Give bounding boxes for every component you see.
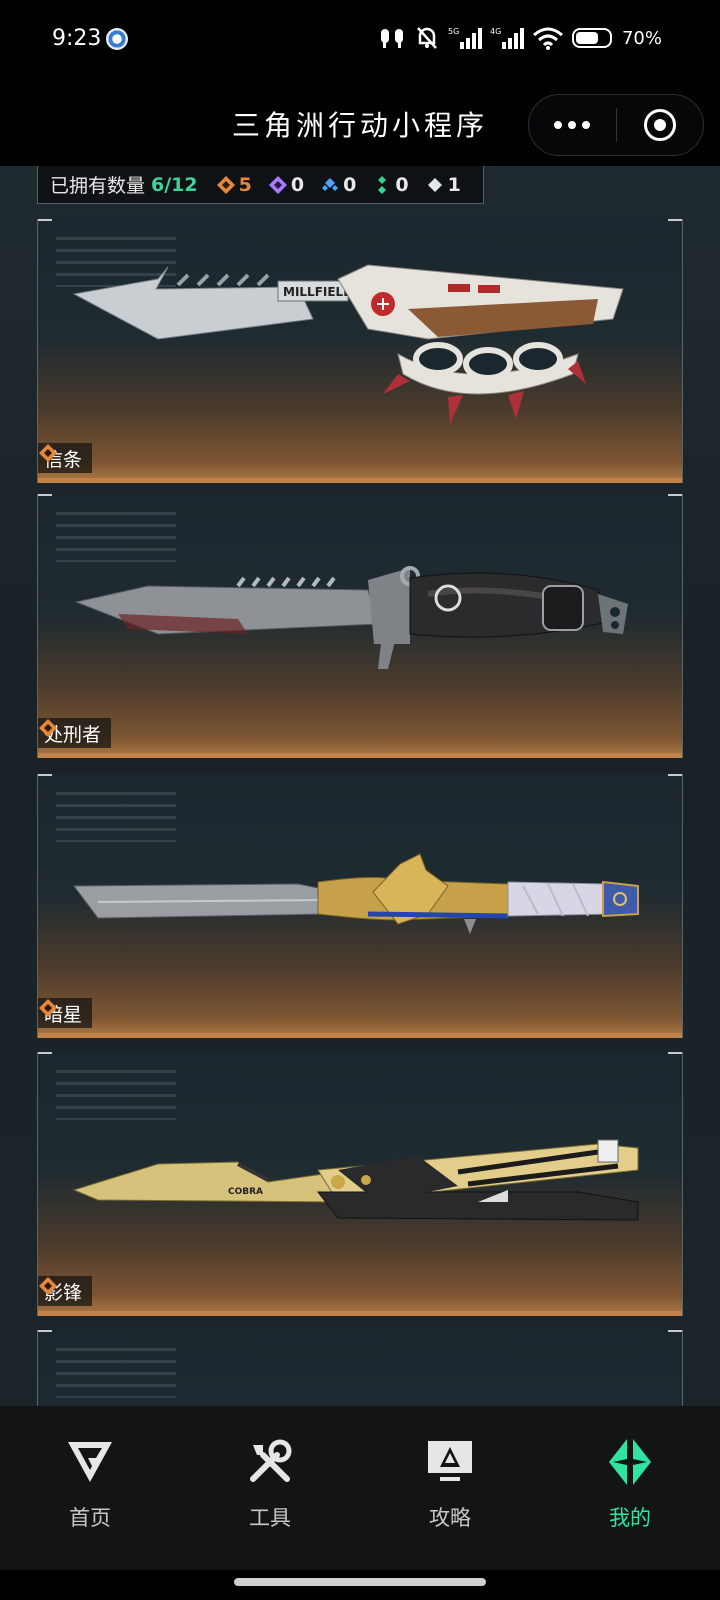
knife-label: 暗星 [38, 998, 93, 1028]
stat-blue-value: 0 [343, 173, 357, 196]
battery-icon [571, 28, 612, 48]
nav-guides[interactable]: 攻略 [360, 1406, 540, 1570]
nav-tools[interactable]: 工具 [180, 1406, 360, 1570]
more-button[interactable] [529, 121, 616, 129]
svg-text:4G: 4G [490, 27, 501, 36]
knife-card-shadowedge[interactable]: COBRA 影锋 [37, 1052, 683, 1316]
close-button[interactable] [617, 109, 704, 141]
earbuds-icon [378, 25, 406, 51]
status-icons: 5G 4G 70% [378, 24, 662, 52]
collection-content[interactable]: 已拥有数量 6/12 5 0 0 0 1 MILLFIELD 信条 处刑者 暗星… [0, 166, 720, 1406]
white-diamond-icon [427, 177, 442, 192]
nav-label: 工具 [249, 1506, 291, 1530]
nav-label: 攻略 [429, 1506, 471, 1530]
knife-image-darkstar [73, 853, 639, 934]
mute-bell-icon [414, 25, 440, 51]
close-target-icon [643, 109, 676, 141]
orange-diamond-icon [39, 444, 57, 462]
title-bar: 三角洲行动小程序 [0, 82, 720, 166]
status-time: 9:23 [52, 26, 102, 51]
ownership-stats: 已拥有数量 6/12 5 0 0 0 1 [37, 166, 484, 204]
purple-diamond-icon [268, 175, 287, 194]
stat-purple: 0 [268, 174, 304, 196]
stat-blue: 0 [320, 174, 356, 196]
svg-text:COBRA: COBRA [228, 1187, 263, 1197]
tools-icon [244, 1436, 296, 1488]
stat-purple-value: 0 [290, 173, 305, 196]
signal-4g-icon: 4G [490, 25, 524, 51]
stat-green-value: 0 [395, 173, 409, 196]
knife-label: 影锋 [38, 1276, 93, 1306]
blue-diamond-icon [322, 177, 339, 191]
stat-orange-value: 5 [238, 173, 252, 196]
bottom-nav: 首页 工具 攻略 我的 [0, 1406, 720, 1570]
orange-diamond-icon [39, 999, 57, 1017]
orange-diamond-icon [39, 719, 57, 737]
stat-green: 0 [372, 173, 409, 196]
card-watermark-text [56, 1348, 176, 1398]
nav-home[interactable]: 首页 [0, 1406, 180, 1570]
nav-label: 首页 [69, 1506, 111, 1530]
guide-monitor-icon [424, 1436, 476, 1488]
svg-text:5G: 5G [448, 27, 459, 36]
signal-5g-icon: 5G [448, 25, 482, 51]
mine-logo-icon [604, 1436, 656, 1488]
stat-white-value: 1 [447, 173, 461, 196]
knife-image-shadowedge: COBRA [72, 1139, 639, 1221]
knife-card-credo[interactable]: MILLFIELD 信条 [37, 219, 683, 483]
knife-card-partial[interactable] [37, 1330, 683, 1406]
knife-card-darkstar[interactable]: 暗星 [37, 774, 683, 1038]
knife-label: 处刑者 [38, 718, 112, 748]
home-indicator[interactable] [234, 1578, 486, 1586]
battery-level: 70% [621, 27, 662, 49]
orange-diamond-icon [39, 1277, 57, 1295]
owned-count: 6/12 [151, 173, 198, 196]
status-bar: 9:23 5G 4G 70% [0, 0, 720, 82]
knife-label: 信条 [38, 443, 93, 473]
knife-card-executioner[interactable]: 处刑者 [37, 494, 683, 758]
wifi-icon [532, 25, 564, 51]
owned-label: 已拥有数量 [50, 175, 146, 197]
nav-label: 我的 [609, 1506, 651, 1530]
miniprogram-capsule [528, 94, 704, 156]
nav-mine[interactable]: 我的 [540, 1406, 720, 1570]
home-logo-icon [64, 1436, 116, 1488]
knife-image-credo: MILLFIELD [72, 264, 624, 424]
stat-white: 1 [425, 174, 461, 196]
knife-image-executioner [74, 566, 628, 669]
orange-diamond-icon [216, 175, 235, 194]
stat-orange: 5 [216, 174, 252, 196]
notification-app-icon [106, 28, 128, 50]
green-diamond-icon [378, 175, 387, 194]
